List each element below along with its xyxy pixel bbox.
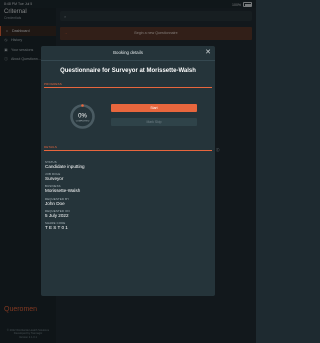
details-list: STATUS Candidate inputting JOB ROLE Surv…: [45, 157, 85, 230]
detail-status: STATUS Candidate inputting: [45, 160, 85, 169]
start-button[interactable]: Start: [111, 104, 197, 112]
details-section-label: DETAILS: [44, 145, 57, 149]
progress-divider: [44, 86, 212, 87]
field-value: Surveyor: [45, 176, 64, 182]
modal-header: Booking details ✕: [41, 46, 215, 61]
booking-details-modal: Booking details ✕ Questionnaire for Surv…: [41, 46, 215, 296]
field-value: Morissette-Walsh: [45, 188, 81, 194]
share-code-value: TEST01: [45, 225, 70, 231]
field-value: John Doe: [45, 200, 65, 206]
field-value: 5 July 2022: [45, 212, 69, 218]
field-value: Candidate inputting: [45, 164, 85, 169]
detail-share-code: SHARE CODE TEST01: [45, 221, 85, 230]
progress-percent: 0%: [78, 114, 87, 120]
modal-header-title: Booking details: [113, 50, 143, 55]
progress-ring: 0% COMPLETED: [70, 104, 95, 129]
progress-section-label: PROGRESS: [44, 82, 62, 86]
progress-caption: COMPLETED: [76, 121, 90, 123]
detail-business: BUSINESS Morissette-Walsh: [45, 184, 85, 193]
mark-skip-button[interactable]: Mark Skip: [111, 118, 197, 126]
detail-job-role: JOB ROLE Surveyor: [45, 172, 85, 181]
questionnaire-title: Questionnaire for Surveyor at Morissette…: [60, 68, 196, 74]
scroll-marker: ⓘ: [216, 148, 220, 152]
close-icon[interactable]: ✕: [205, 49, 211, 57]
detail-requested-on: REQUESTED ON 5 July 2022: [45, 209, 85, 218]
detail-requested-by: REQUESTED BY John Doe: [45, 197, 85, 206]
details-divider: [44, 149, 212, 150]
